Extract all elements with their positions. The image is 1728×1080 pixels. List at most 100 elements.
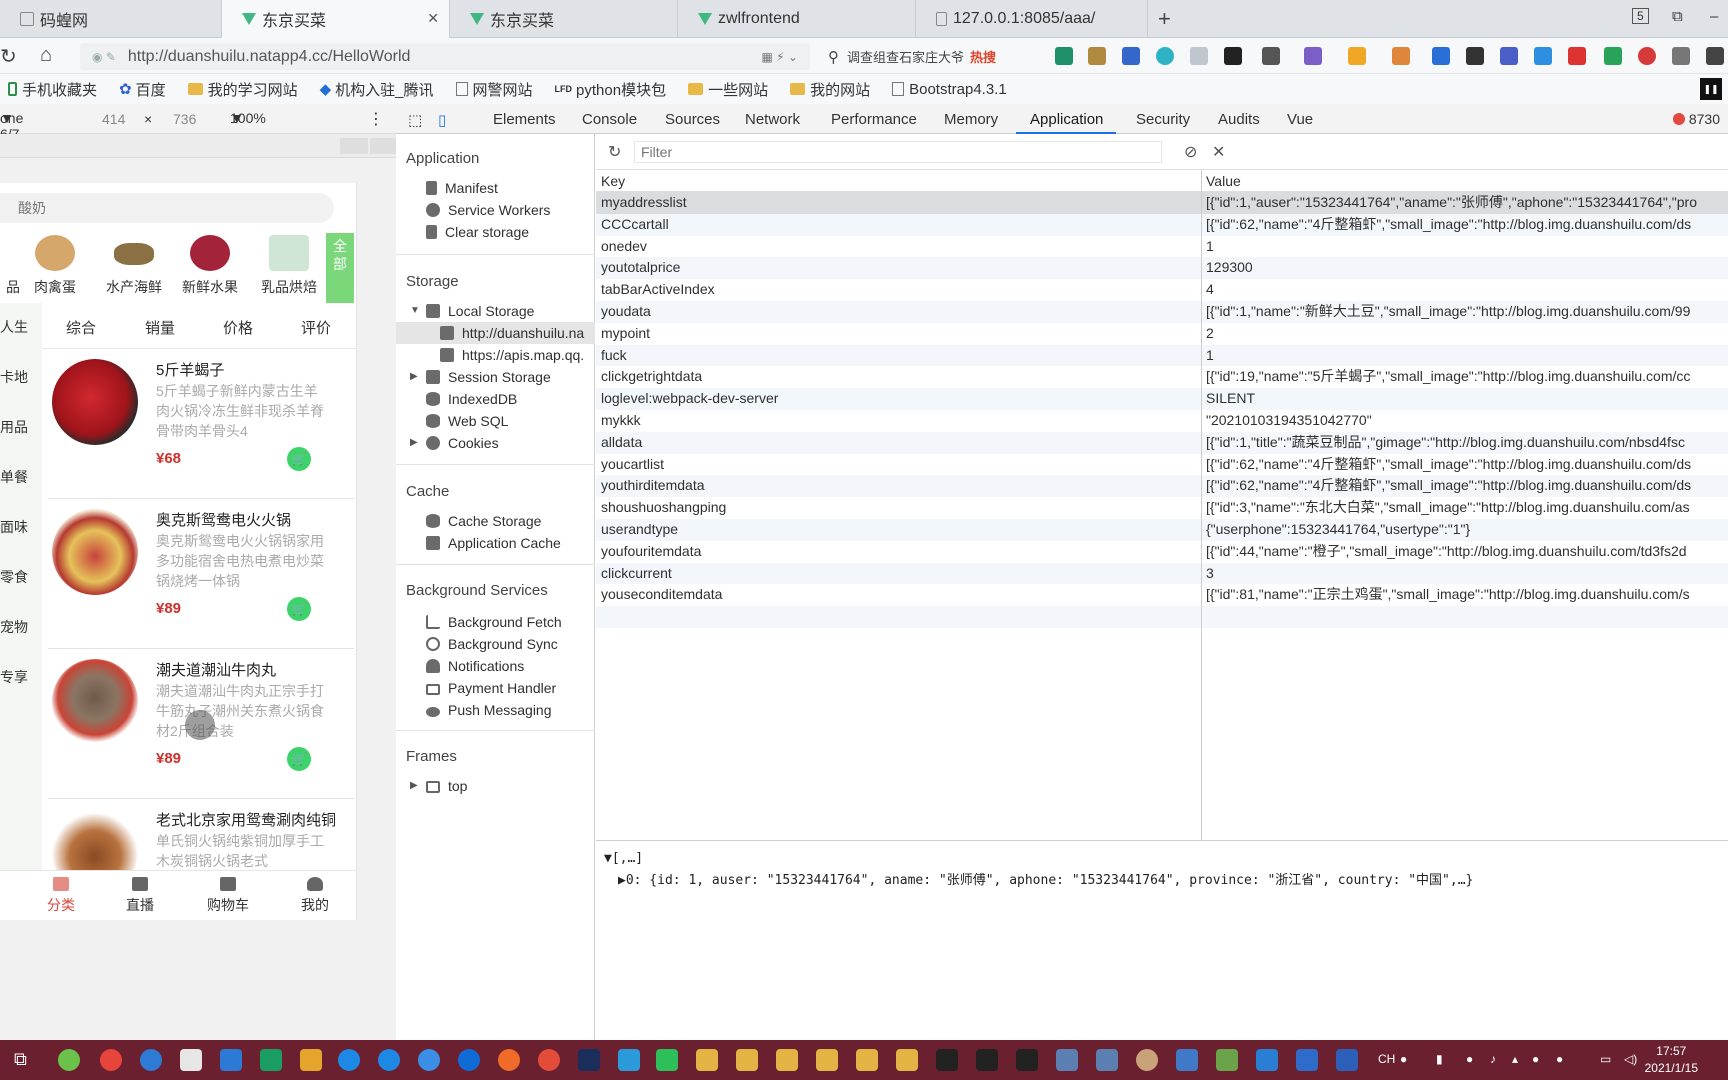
sort-tab[interactable]: 销量 bbox=[145, 317, 175, 338]
row-key[interactable]: userandtype bbox=[601, 519, 1141, 541]
bookmark-item[interactable]: 我的学习网站 bbox=[187, 79, 298, 100]
add-to-cart-icon[interactable]: 🛒 bbox=[287, 447, 311, 471]
microphone-icon[interactable]: ♪ bbox=[1490, 1052, 1496, 1066]
row-value[interactable]: [{"id":1,"name":"新鲜大土豆","small_image":"h… bbox=[1206, 301, 1728, 323]
column-value[interactable]: Value bbox=[1206, 173, 1241, 189]
folder-icon[interactable] bbox=[896, 1049, 918, 1071]
app-icon[interactable] bbox=[1296, 1049, 1318, 1071]
ime-indicator[interactable]: CH bbox=[1378, 1052, 1395, 1066]
row-key[interactable]: youfouritemdata bbox=[601, 541, 1141, 563]
sidebar-category[interactable]: 卡地 bbox=[0, 367, 28, 387]
row-value[interactable]: {"userphone":15323441764,"usertype":"1"} bbox=[1206, 519, 1728, 541]
sort-tab[interactable]: 价格 bbox=[223, 317, 253, 338]
tab-audits[interactable]: Audits bbox=[1218, 111, 1260, 128]
app-icon[interactable] bbox=[1256, 1049, 1278, 1071]
sidebar-item-local-origin-0[interactable]: http://duanshuilu.na bbox=[396, 322, 595, 344]
chrome-icon[interactable] bbox=[100, 1049, 122, 1071]
row-value[interactable]: 2 bbox=[1206, 323, 1728, 345]
extension-icon[interactable] bbox=[1190, 47, 1208, 65]
extension-icon[interactable] bbox=[1534, 47, 1552, 65]
bookmark-item[interactable]: Bootstrap4.3.1 bbox=[892, 81, 1007, 98]
width-input[interactable]: 414 bbox=[102, 111, 125, 127]
folder-icon[interactable] bbox=[856, 1049, 878, 1071]
row-value[interactable]: "20210103194351042770" bbox=[1206, 410, 1728, 432]
sidebar-item-manifest[interactable]: Manifest bbox=[426, 177, 498, 199]
row-key[interactable]: onedev bbox=[601, 236, 1141, 258]
tab-sources[interactable]: Sources bbox=[665, 111, 720, 128]
app-icon[interactable] bbox=[1336, 1049, 1358, 1071]
device-mode-icon[interactable]: ▯ bbox=[438, 111, 446, 129]
inspect-icon[interactable]: ⬚ bbox=[408, 111, 422, 129]
folder-icon[interactable] bbox=[736, 1049, 758, 1071]
vscode-icon[interactable] bbox=[220, 1049, 242, 1071]
table-row[interactable]: myaddresslist [{"id":1,"auser":"153234417… bbox=[596, 192, 1728, 214]
search-input[interactable]: ⚲ 调查组查石家庄大爷 热搜 bbox=[828, 43, 1036, 70]
tab-profile[interactable]: 我的 bbox=[285, 877, 345, 915]
extension-icon[interactable] bbox=[1466, 47, 1484, 65]
browser-tab-3[interactable]: zwlfrontend bbox=[678, 0, 916, 38]
row-key[interactable]: myaddresslist bbox=[601, 192, 1141, 214]
sidebar-item-session-storage[interactable]: Session Storage bbox=[426, 366, 551, 388]
row-key[interactable]: youseconditemdata bbox=[601, 584, 1141, 606]
extension-icon[interactable] bbox=[1672, 47, 1690, 65]
tab-category[interactable]: 分类 bbox=[31, 877, 91, 915]
row-value[interactable]: [{"id":1,"auser":"15323441764","aname":"… bbox=[1206, 192, 1728, 214]
expand-down-icon[interactable]: ▼ bbox=[410, 305, 420, 316]
column-divider[interactable] bbox=[1201, 170, 1202, 840]
extension-icon[interactable] bbox=[1568, 47, 1586, 65]
extension-icon[interactable] bbox=[1432, 47, 1450, 65]
bookmark-item[interactable]: 手机收藏夹 bbox=[8, 79, 97, 100]
ie-icon[interactable] bbox=[338, 1049, 360, 1071]
sidebar-item-background-sync[interactable]: Background Sync bbox=[426, 633, 558, 655]
sidebar-category[interactable]: 宠物 bbox=[0, 617, 28, 637]
home-icon[interactable]: ⌂ bbox=[40, 44, 52, 67]
extension-icon[interactable] bbox=[1392, 47, 1410, 65]
sidebar-category[interactable]: 用品 bbox=[0, 417, 28, 437]
refresh-icon[interactable]: ↻ bbox=[608, 142, 621, 162]
pycharm-icon[interactable] bbox=[656, 1049, 678, 1071]
add-to-cart-icon[interactable]: 🛒 bbox=[287, 597, 311, 621]
table-row[interactable]: youfouritemdata [{"id":44,"name":"橙子","sm… bbox=[596, 541, 1728, 563]
sidebar-item-service-workers[interactable]: Service Workers bbox=[426, 199, 550, 221]
tab-vue[interactable]: Vue bbox=[1287, 111, 1313, 128]
minimize-icon[interactable]: – bbox=[1710, 8, 1718, 25]
sort-tab[interactable]: 评价 bbox=[301, 317, 331, 338]
row-value[interactable]: [{"id":62,"name":"4斤整箱虾","small_image":"… bbox=[1206, 475, 1728, 497]
row-value[interactable]: 4 bbox=[1206, 279, 1728, 301]
restore-icon[interactable]: ⧉ bbox=[1672, 8, 1683, 25]
sidebar-item-local-origin-1[interactable]: https://apis.map.qq. bbox=[440, 344, 584, 366]
sidebar-item-websql[interactable]: Web SQL bbox=[426, 410, 508, 432]
url-input[interactable]: ◉ ✎ http://duanshuilu.natapp4.cc/HelloWo… bbox=[80, 43, 810, 70]
app-icon[interactable] bbox=[260, 1049, 282, 1071]
bookmark-item[interactable]: LFD python模块包 bbox=[555, 79, 667, 100]
browser-tab-1[interactable]: 东京买菜 ✕ bbox=[222, 0, 450, 38]
row-value[interactable]: [{"id":62,"name":"4斤整箱虾","small_image":"… bbox=[1206, 454, 1728, 476]
row-value[interactable]: 3 bbox=[1206, 563, 1728, 585]
bookmark-item[interactable]: 我的网站 bbox=[790, 79, 870, 100]
more-icon[interactable]: ⋮ bbox=[368, 109, 384, 129]
app-icon[interactable] bbox=[618, 1049, 640, 1071]
table-row[interactable]: CCCcartall [{"id":62,"name":"4斤整箱虾","smal… bbox=[596, 213, 1728, 236]
table-row[interactable]: loglevel:webpack-dev-server SILENT bbox=[596, 388, 1728, 410]
browser-tab-2[interactable]: 东京买菜 bbox=[450, 0, 678, 38]
table-row[interactable]: youseconditemdata [{"id":81,"name":"正宗土鸡蛋… bbox=[596, 584, 1728, 606]
system-clock[interactable]: 17:57 2021/1/15 bbox=[1645, 1043, 1698, 1077]
row-key[interactable]: clickcurrent bbox=[601, 563, 1141, 585]
delete-selected-icon[interactable]: ✕ bbox=[1212, 142, 1225, 162]
sidebar-item-background-fetch[interactable]: Background Fetch bbox=[426, 611, 562, 633]
clear-all-icon[interactable]: ⊘ bbox=[1184, 142, 1197, 162]
category-item[interactable]: 水产海鲜 bbox=[99, 235, 169, 297]
row-key[interactable]: tabBarActiveIndex bbox=[601, 279, 1141, 301]
task-view-icon[interactable]: ⧉ bbox=[14, 1049, 36, 1071]
sidebar-item-application-cache[interactable]: Application Cache bbox=[426, 532, 561, 554]
category-item[interactable]: 肉禽蛋 bbox=[20, 235, 90, 297]
table-row[interactable]: onedev 1 bbox=[596, 236, 1728, 258]
extension-icon[interactable] bbox=[1055, 47, 1073, 65]
sidebar-item-clear-storage[interactable]: Clear storage bbox=[426, 221, 529, 243]
app-icon[interactable] bbox=[458, 1049, 480, 1071]
sidebar-category[interactable]: 零食 bbox=[0, 567, 28, 587]
sidebar-category[interactable]: 人生 bbox=[0, 317, 28, 337]
close-icon[interactable]: ✕ bbox=[427, 10, 439, 27]
row-key[interactable]: clickgetrightdata bbox=[601, 366, 1141, 388]
row-key[interactable]: youthirditemdata bbox=[601, 475, 1141, 497]
